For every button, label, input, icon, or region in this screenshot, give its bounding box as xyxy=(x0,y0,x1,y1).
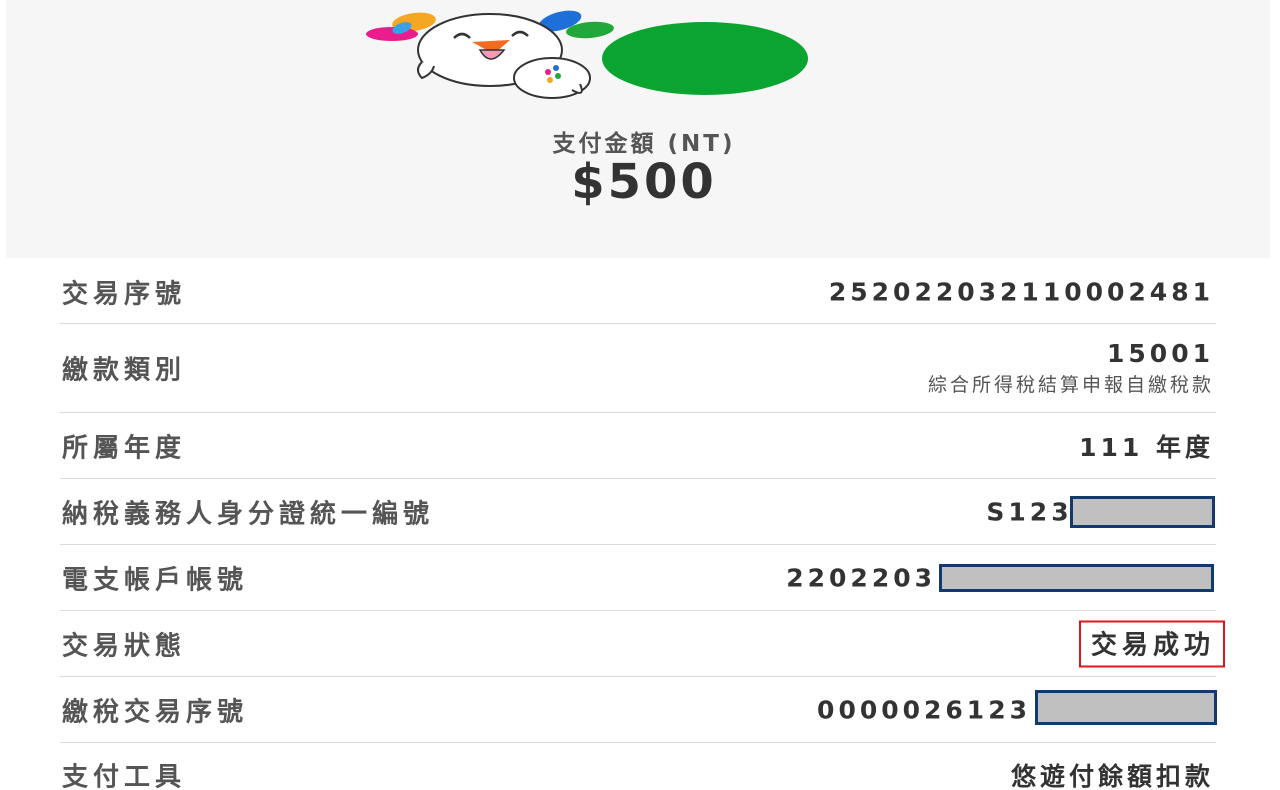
detail-label: 支付工具 xyxy=(62,762,187,790)
detail-row-status: 交易狀態 交易成功 xyxy=(60,611,1225,677)
detail-label: 繳稅交易序號 xyxy=(62,697,249,727)
detail-value: 15001 xyxy=(1107,339,1214,368)
detail-sub-value: 綜合所得稅結算申報自繳稅款 xyxy=(927,374,1214,396)
detail-label: 電支帳戶帳號 xyxy=(62,565,249,595)
detail-value-group: 15001 綜合所得稅結算申報自繳稅款 xyxy=(928,339,1214,397)
redaction-box xyxy=(1070,496,1215,528)
detail-value: 0000026123 xyxy=(817,695,1031,724)
detail-value: 111 年度 xyxy=(1079,432,1214,462)
mascot-icon xyxy=(366,10,614,99)
detail-label: 繳款類別 xyxy=(62,355,187,386)
detail-label: 交易序號 xyxy=(62,279,187,309)
detail-row-transaction-id: 交易序號 252022032110002481 xyxy=(60,260,1216,324)
transaction-details-list: 交易序號 252022032110002481 繳款類別 15001 綜合所得稅… xyxy=(60,260,1225,790)
detail-value: 悠遊付餘額扣款 xyxy=(1010,762,1214,790)
detail-row-taxpayer-id: 納稅義務人身分證統一編號 S1236 xyxy=(60,479,1216,545)
amount-label: 支付金額 (NT) xyxy=(552,131,736,157)
detail-value: 2202203 xyxy=(786,563,936,592)
detail-value: 252022032110002481 xyxy=(828,277,1214,306)
amount-value: $500 xyxy=(571,154,717,210)
payment-receipt-page: 支付金額 (NT) $500 交易序號 252022032110002481 繳… xyxy=(0,0,1280,790)
detail-row-year: 所屬年度 111 年度 xyxy=(60,413,1216,479)
detail-label: 所屬年度 xyxy=(62,433,187,463)
detail-label: 納稅義務人身分證統一編號 xyxy=(62,499,435,529)
status-value-wrap: 交易成功 xyxy=(1078,620,1225,667)
detail-row-payment-tool: 支付工具 悠遊付餘額扣款 xyxy=(60,743,1216,790)
detail-label: 交易狀態 xyxy=(62,631,187,661)
payment-summary-panel: 支付金額 (NT) $500 xyxy=(6,0,1270,258)
redaction-box xyxy=(939,564,1214,592)
green-redaction-blob xyxy=(602,22,808,95)
status-badge: 交易成功 xyxy=(1078,620,1225,667)
redaction-box xyxy=(1035,690,1217,725)
detail-row-payment-type: 繳款類別 15001 綜合所得稅結算申報自繳稅款 xyxy=(60,324,1216,413)
detail-row-tax-transaction-id: 繳稅交易序號 0000026123 xyxy=(60,677,1217,743)
detail-row-account-number: 電支帳戶帳號 2202203 xyxy=(60,545,1216,611)
